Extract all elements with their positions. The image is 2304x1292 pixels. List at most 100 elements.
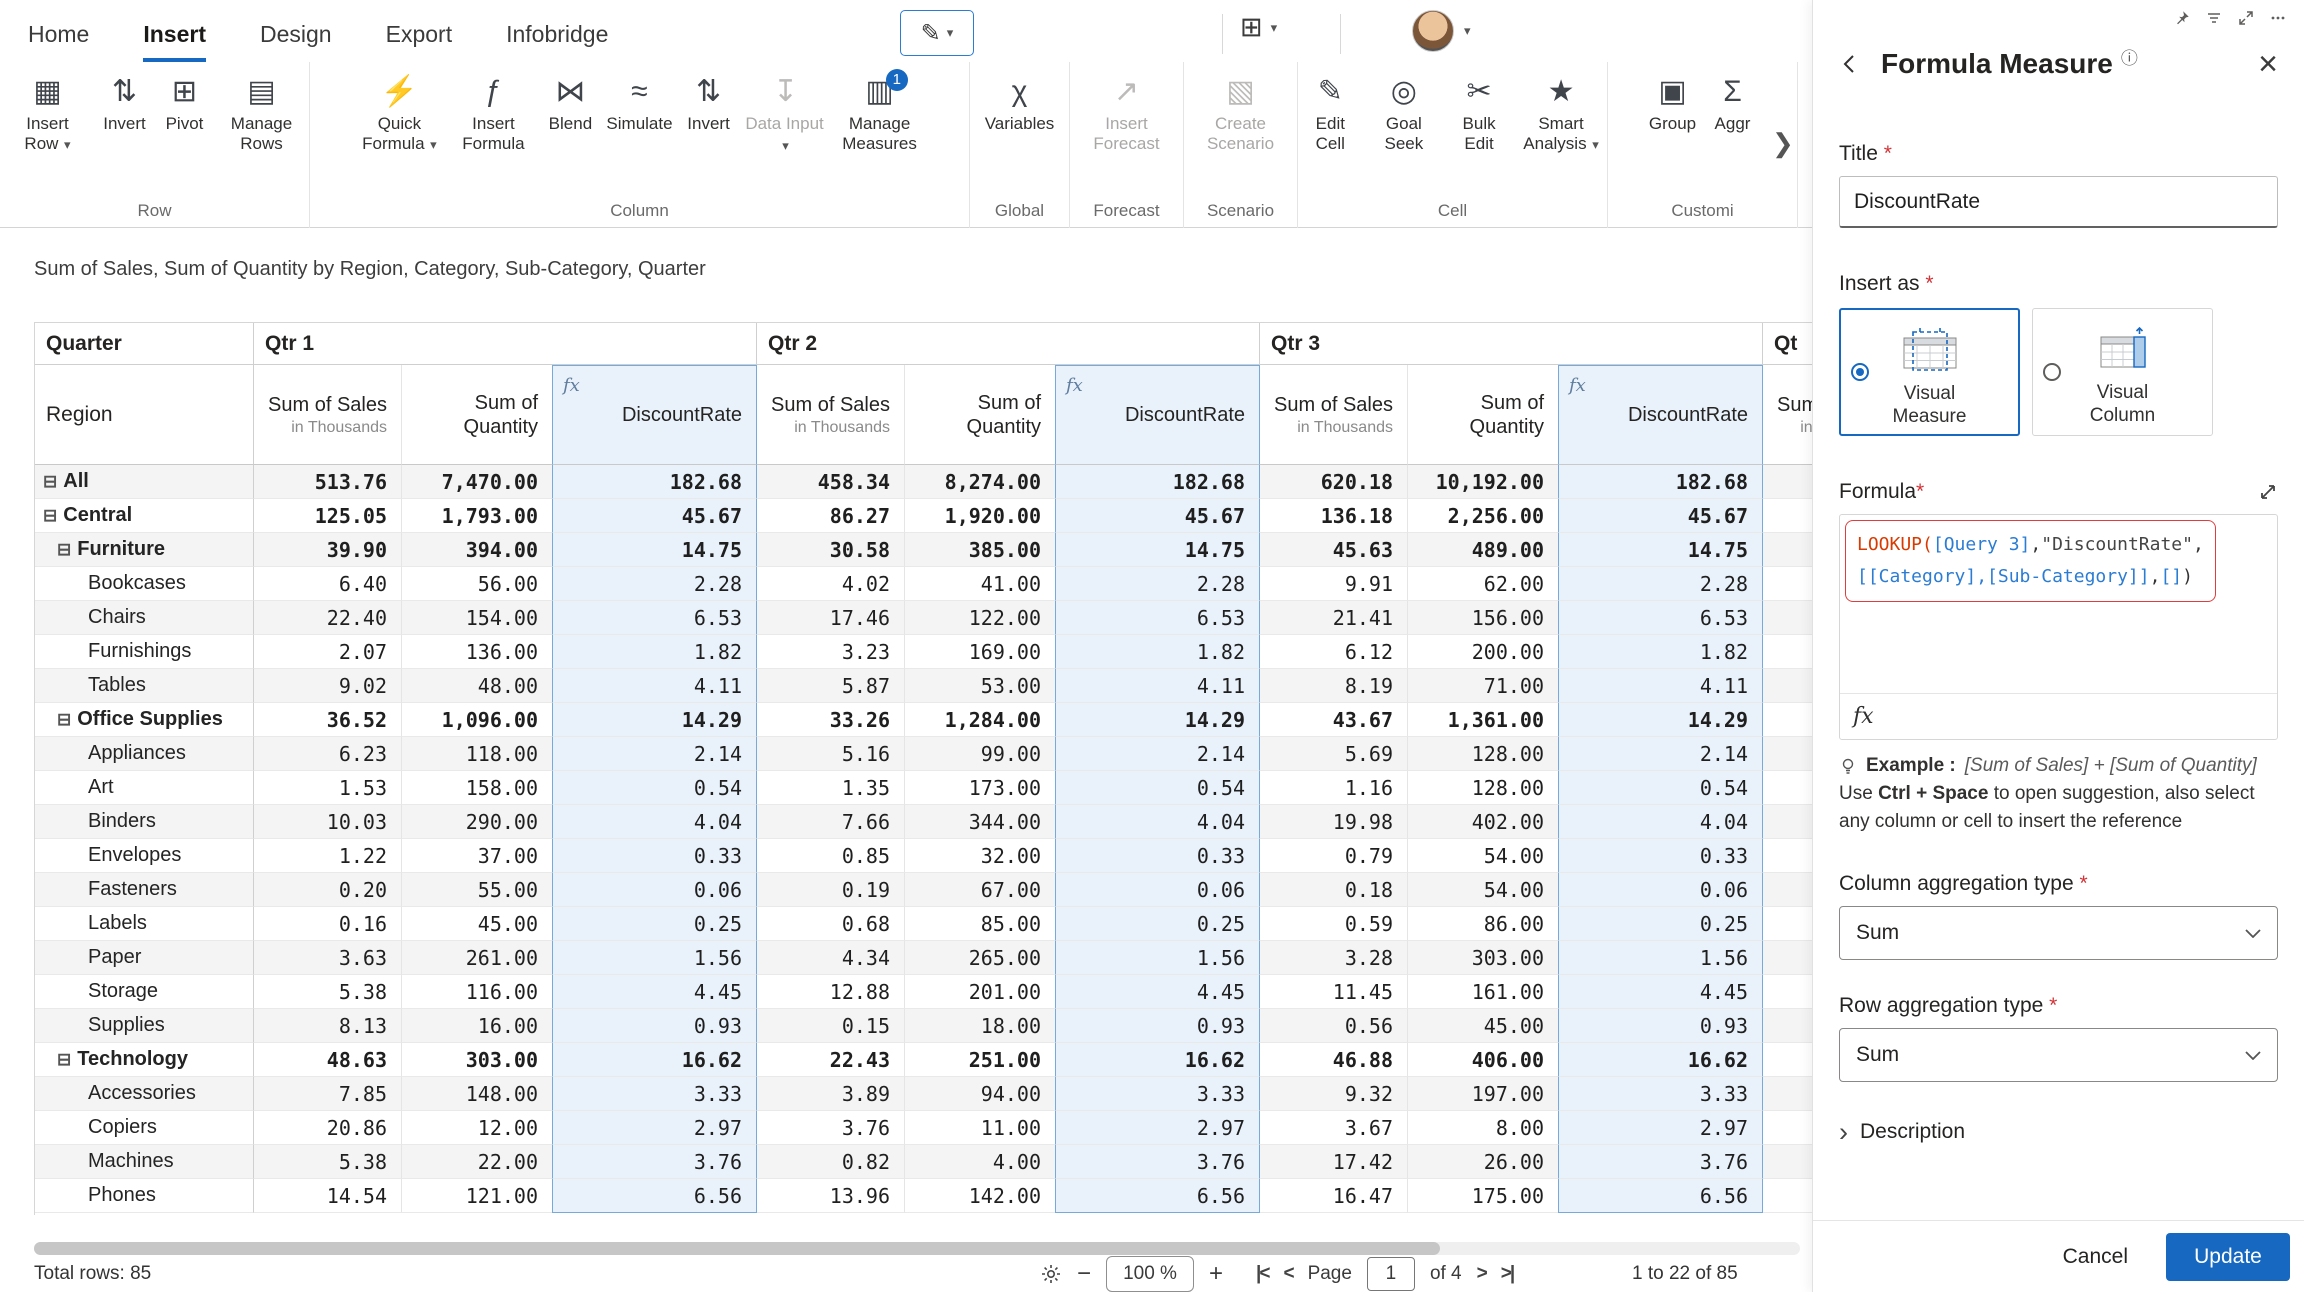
data-cell[interactable]: 0.93 — [1055, 1009, 1260, 1043]
row-label-copiers[interactable]: Copiers — [35, 1111, 254, 1145]
data-cell[interactable]: 0.16 — [254, 907, 402, 941]
data-cell[interactable]: 2.97 — [552, 1111, 757, 1145]
page-number-input[interactable]: 1 — [1367, 1257, 1415, 1291]
data-cell[interactable]: 0.79 — [1260, 839, 1408, 873]
data-cell[interactable]: 8.00 — [1408, 1111, 1558, 1145]
next-page-button[interactable]: > — [1477, 1263, 1486, 1285]
data-cell[interactable]: 394.00 — [402, 533, 552, 567]
data-cell[interactable]: 2.28 — [1558, 567, 1763, 601]
data-cell[interactable]: 148.00 — [402, 1077, 552, 1111]
formula-editor[interactable]: LOOKUP([Query 3],"DiscountRate",[[Catego… — [1839, 514, 2278, 740]
data-cell[interactable]: 0.33 — [552, 839, 757, 873]
data-cell[interactable]: 20.86 — [254, 1111, 402, 1145]
data-cell[interactable]: 620.18 — [1260, 465, 1408, 499]
data-cell[interactable]: 136.18 — [1260, 499, 1408, 533]
row-label-labels[interactable]: Labels — [35, 907, 254, 941]
ribbon-button-bulk-edit[interactable]: ✂Bulk Edit — [1445, 70, 1513, 156]
data-cell[interactable]: 17.42 — [1260, 1145, 1408, 1179]
row-label-appliances[interactable]: Appliances — [35, 737, 254, 771]
ribbon-button-insert-row[interactable]: ▦Insert Row ▾ — [2, 70, 94, 157]
data-cell[interactable]: 22.40 — [254, 601, 402, 635]
data-cell[interactable]: 0.25 — [1055, 907, 1260, 941]
data-cell[interactable]: 56.00 — [402, 567, 552, 601]
edit-form-button[interactable]: ✎▾ — [900, 10, 974, 56]
data-cell[interactable]: 251.00 — [905, 1043, 1055, 1077]
data-cell[interactable]: 4.45 — [552, 975, 757, 1009]
discount-header-q3[interactable]: fxDiscountRate — [1558, 365, 1763, 465]
data-cell[interactable]: 5.38 — [254, 1145, 402, 1179]
zoom-level[interactable]: 100 % — [1106, 1256, 1194, 1292]
data-cell[interactable]: 1.35 — [757, 771, 905, 805]
data-cell[interactable]: 3.33 — [1558, 1077, 1763, 1111]
data-cell[interactable]: 3.23 — [757, 635, 905, 669]
data-cell[interactable]: 3.76 — [757, 1111, 905, 1145]
data-cell[interactable]: 4.04 — [1055, 805, 1260, 839]
ribbon-button-manage-rows[interactable]: ▤Manage Rows — [216, 70, 308, 156]
row-label-office-supplies[interactable]: ⊟Office Supplies — [35, 703, 254, 737]
data-cell[interactable]: 0.19 — [757, 873, 905, 907]
data-cell[interactable]: 41.00 — [905, 567, 1055, 601]
data-cell[interactable]: 22.43 — [757, 1043, 905, 1077]
zoom-in-button[interactable]: + — [1209, 1260, 1223, 1288]
row-label-all[interactable]: ⊟All — [35, 465, 254, 499]
data-cell[interactable]: 4.34 — [757, 941, 905, 975]
data-cell[interactable]: 14.54 — [254, 1179, 402, 1213]
ribbon-button-create-scenario[interactable]: ▧Create Scenario — [1195, 70, 1287, 156]
quarter-header-qtr-3[interactable]: Qtr 3 — [1260, 323, 1763, 365]
data-cell[interactable]: 1.82 — [552, 635, 757, 669]
quarter-header-partial[interactable]: Qt — [1763, 323, 1812, 365]
ribbon-button-quick-formula[interactable]: ⚡Quick Formula ▾ — [353, 70, 445, 157]
data-cell[interactable]: 14.75 — [552, 533, 757, 567]
data-cell[interactable]: 4.11 — [1558, 669, 1763, 703]
data-cell[interactable]: 3.63 — [254, 941, 402, 975]
close-button[interactable]: × — [2258, 49, 2278, 79]
data-cell[interactable]: 175.00 — [1408, 1179, 1558, 1213]
data-cell[interactable]: 406.00 — [1408, 1043, 1558, 1077]
data-cell[interactable]: 48.00 — [402, 669, 552, 703]
data-cell[interactable]: 6.40 — [254, 567, 402, 601]
data-cell[interactable]: 0.59 — [1260, 907, 1408, 941]
data-cell[interactable]: 0.25 — [552, 907, 757, 941]
data-cell[interactable]: 14.75 — [1558, 533, 1763, 567]
data-cell[interactable]: 161.00 — [1408, 975, 1558, 1009]
data-cell[interactable]: 45.63 — [1260, 533, 1408, 567]
data-cell[interactable]: 67.00 — [905, 873, 1055, 907]
data-cell[interactable]: 45.67 — [552, 499, 757, 533]
row-label-accessories[interactable]: Accessories — [35, 1077, 254, 1111]
data-cell[interactable]: 0.54 — [552, 771, 757, 805]
data-cell[interactable]: 5.38 — [254, 975, 402, 1009]
quarter-header-qtr-1[interactable]: Qtr 1 — [254, 323, 757, 365]
data-cell[interactable]: 86.27 — [757, 499, 905, 533]
quantity-header-q2[interactable]: Sum of Quantity — [905, 365, 1055, 465]
data-cell[interactable]: 8.19 — [1260, 669, 1408, 703]
ribbon-button-variables[interactable]: χVariables — [980, 70, 1060, 136]
data-cell[interactable]: 13.96 — [757, 1179, 905, 1213]
data-cell[interactable]: 5.16 — [757, 737, 905, 771]
tab-infobridge[interactable]: Infobridge — [506, 21, 608, 62]
ribbon-button-pivot[interactable]: ⊞Pivot — [156, 70, 214, 136]
data-cell[interactable]: 54.00 — [1408, 873, 1558, 907]
ribbon-button-blend[interactable]: ⋈Blend — [541, 70, 599, 136]
data-cell[interactable]: 5.69 — [1260, 737, 1408, 771]
tab-export[interactable]: Export — [386, 21, 452, 62]
filter-icon[interactable] — [2206, 10, 2222, 26]
more-options-icon[interactable] — [2270, 10, 2286, 26]
ribbon-button-simulate[interactable]: ≈Simulate — [601, 70, 677, 136]
data-cell[interactable]: 16.47 — [1260, 1179, 1408, 1213]
data-cell[interactable]: 2,256.00 — [1408, 499, 1558, 533]
data-cell[interactable]: 6.53 — [1558, 601, 1763, 635]
data-cell[interactable]: 22.00 — [402, 1145, 552, 1179]
data-cell[interactable]: 122.00 — [905, 601, 1055, 635]
data-cell[interactable]: 9.32 — [1260, 1077, 1408, 1111]
data-cell[interactable]: 3.76 — [1055, 1145, 1260, 1179]
first-page-button[interactable]: |< — [1256, 1263, 1268, 1285]
data-cell[interactable]: 265.00 — [905, 941, 1055, 975]
ribbon-button-data-input[interactable]: ↧Data Input ▾ — [740, 70, 832, 158]
data-cell[interactable]: 0.20 — [254, 873, 402, 907]
data-cell[interactable]: 1.82 — [1558, 635, 1763, 669]
data-cell[interactable]: 4.45 — [1558, 975, 1763, 1009]
sales-header-q3[interactable]: Sum of Salesin Thousands — [1260, 365, 1408, 465]
info-icon[interactable]: ⓘ — [2121, 44, 2138, 69]
row-label-binders[interactable]: Binders — [35, 805, 254, 839]
data-cell[interactable]: 45.67 — [1055, 499, 1260, 533]
